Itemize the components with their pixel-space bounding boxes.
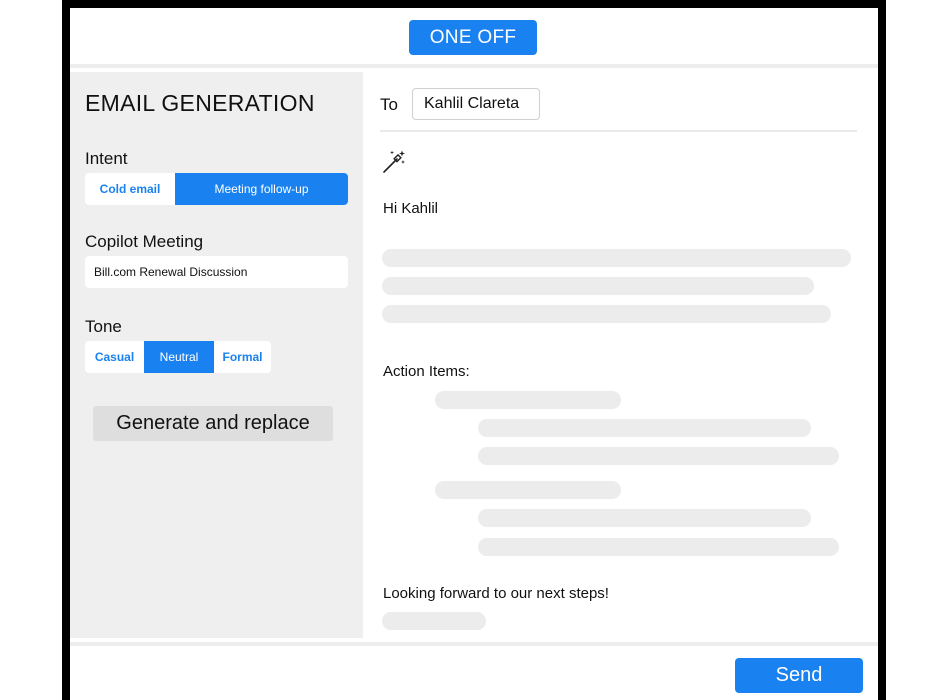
placeholder-line (382, 277, 814, 295)
email-generation-panel: EMAIL GENERATION Intent Cold email Meeti… (70, 72, 363, 638)
magic-wand-icon[interactable] (381, 149, 407, 175)
placeholder-line (478, 538, 839, 556)
intent-option-cold-email[interactable]: Cold email (85, 173, 175, 205)
placeholder-line (382, 249, 851, 267)
recipient-field[interactable]: Kahlil Clareta (412, 88, 540, 120)
placeholder-line (435, 391, 621, 409)
send-button[interactable]: Send (735, 658, 863, 693)
placeholder-line (478, 419, 811, 437)
one-off-mode-button[interactable]: ONE OFF (409, 20, 537, 55)
copilot-meeting-label: Copilot Meeting (85, 232, 204, 251)
tone-option-neutral[interactable]: Neutral (144, 341, 214, 373)
generate-and-replace-button[interactable]: Generate and replace (93, 406, 333, 441)
email-compose-panel: To Kahlil Clareta Hi Kahlil Action Items… (367, 72, 878, 638)
app-window: ONE OFF EMAIL GENERATION Intent Cold ema… (62, 0, 886, 700)
top-bar: ONE OFF (70, 8, 878, 68)
placeholder-line (478, 447, 839, 465)
placeholder-line (478, 509, 811, 527)
action-items-heading: Action Items: (383, 363, 470, 380)
placeholder-line (382, 612, 486, 630)
tone-option-formal[interactable]: Formal (214, 341, 271, 373)
tone-option-casual[interactable]: Casual (85, 341, 144, 373)
email-greeting: Hi Kahlil (383, 200, 439, 217)
placeholder-line (435, 481, 621, 499)
intent-option-meeting-follow-up[interactable]: Meeting follow-up (175, 173, 348, 205)
intent-label: Intent (85, 149, 128, 168)
tone-selector: Casual Neutral Formal (85, 341, 271, 373)
to-label: To (380, 95, 398, 114)
email-closing: Looking forward to our next steps! (383, 585, 609, 602)
placeholder-line (382, 305, 831, 323)
copilot-meeting-field[interactable]: Bill.com Renewal Discussion (85, 256, 348, 288)
bottom-bar: Send (70, 642, 878, 700)
recipient-divider (380, 130, 857, 132)
intent-selector: Cold email Meeting follow-up (85, 173, 348, 205)
panel-title: EMAIL GENERATION (85, 90, 315, 116)
tone-label: Tone (85, 317, 122, 336)
